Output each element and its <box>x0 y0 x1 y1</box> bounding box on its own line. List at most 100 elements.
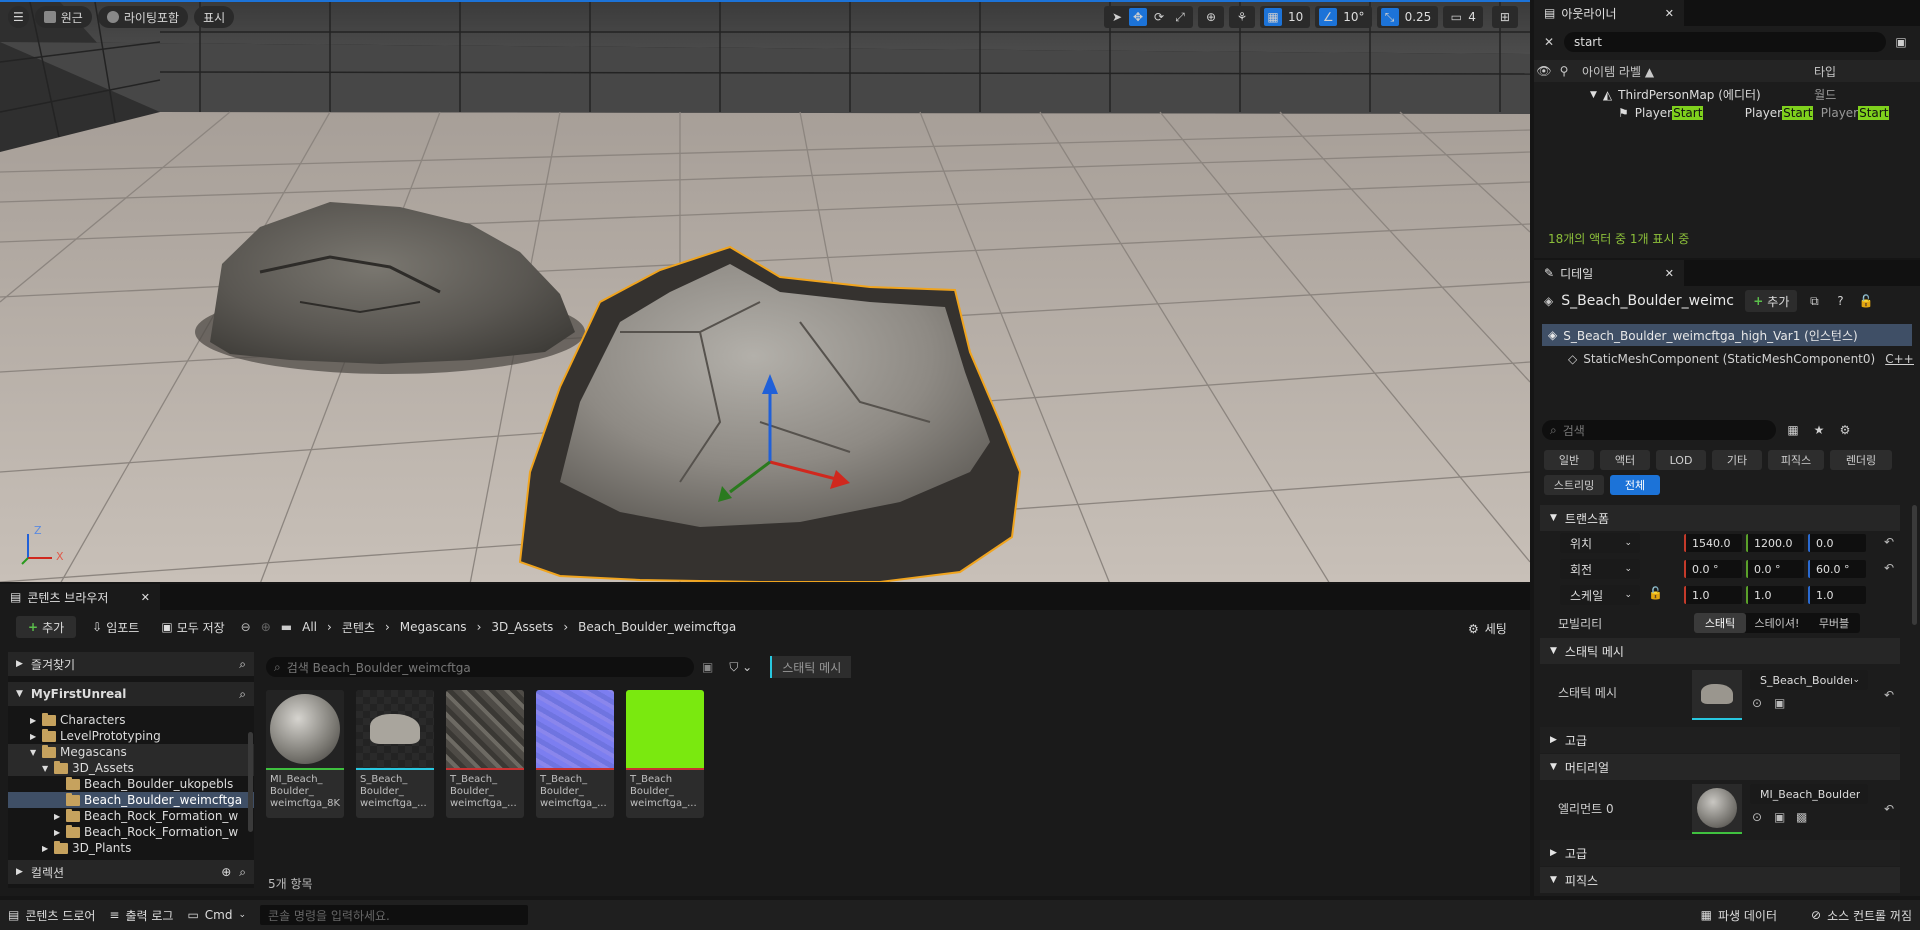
location-x[interactable]: 1540.0 <box>1684 534 1742 552</box>
scale-dropdown[interactable]: 스케일 ⌄ <box>1560 585 1640 605</box>
import-button[interactable]: ⇩ 임포트 <box>86 619 145 636</box>
viewport-layout-icon[interactable]: ⊞ <box>1496 8 1514 26</box>
cmd-dropdown[interactable]: ▭ Cmd ⌄ <box>187 908 246 922</box>
outliner-search-input[interactable]: start <box>1564 32 1886 52</box>
source-control-button[interactable]: ⊘ 소스 컨트롤 꺼짐 <box>1811 907 1912 924</box>
rotation-z[interactable]: 60.0 ° <box>1808 560 1866 578</box>
grid-snap-icon[interactable]: ▦ <box>1264 8 1282 26</box>
level-viewport[interactable]: Z X ☰ 원근 라이팅포함 표시 ➤ ✥ ⟳ ⤢ ⊕ ⚘ ▦ 10 ∠ 10°… <box>0 0 1530 582</box>
browse-arrow-icon[interactable]: ⊙ <box>1752 696 1762 710</box>
asset-card-material-instance[interactable]: MI_Beach_ Boulder_ weimcftga_8K <box>266 690 344 818</box>
component-cpp-link[interactable]: C++C <box>1885 352 1914 366</box>
help-icon[interactable]: ? <box>1831 292 1849 310</box>
tree-item-levelprototyping[interactable]: ▶ LevelPrototyping <box>8 728 254 744</box>
asset-search-input[interactable]: ⌕ 검색 Beach_Boulder_weimcftga <box>266 657 694 677</box>
reset-mesh-icon[interactable]: ↶ <box>1884 688 1894 702</box>
tree-item-beach-rock-formation-2[interactable]: ▶ Beach_Rock_Formation_w <box>8 824 254 840</box>
static-mesh-thumbnail[interactable] <box>1692 670 1742 720</box>
expand-arrow-icon[interactable]: ▼ <box>1590 90 1597 100</box>
search-icon[interactable]: ⌕ <box>239 687 246 702</box>
cat-streaming[interactable]: 스트리밍 <box>1544 475 1604 495</box>
derived-data-button[interactable]: ▦ 파생 데이터 <box>1701 907 1777 924</box>
outliner-actor-row[interactable]: ⚑ PlayerStart PlayerStart PlayerStart <box>1618 106 1918 120</box>
static-mesh-section[interactable]: ▼ 스태틱 메시 <box>1540 638 1900 664</box>
content-drawer-button[interactable]: ▤ 콘텐츠 드로어 <box>8 907 95 924</box>
tab-content-browser[interactable]: ▤ 콘텐츠 브라우저 ✕ <box>0 584 160 610</box>
scale-lock-icon[interactable]: 🔓 <box>1648 586 1663 600</box>
crumb-content[interactable]: 콘텐츠 <box>342 619 375 636</box>
transform-section[interactable]: ▼ 트랜스폼 <box>1540 505 1900 531</box>
browse-arrow-icon[interactable]: ⊙ <box>1752 810 1762 824</box>
details-scrollbar[interactable] <box>1912 505 1917 625</box>
surface-snap-icon[interactable]: ⚘ <box>1233 8 1251 26</box>
project-header[interactable]: ▼ MyFirstUnreal ⌕ <box>8 682 254 706</box>
cb-add-button[interactable]: + 추가 <box>16 616 77 638</box>
camera-speed-value[interactable]: 4 <box>1468 10 1479 24</box>
crumb-beach-boulder[interactable]: Beach_Boulder_weimcftga <box>578 620 736 634</box>
location-y[interactable]: 1200.0 <box>1746 534 1804 552</box>
asset-card-texture-orm[interactable]: T_Beach Boulder_ weimcftga_... <box>626 690 704 818</box>
cat-misc[interactable]: 기타 <box>1712 450 1762 470</box>
move-icon[interactable]: ✥ <box>1129 8 1147 26</box>
mobility-movable[interactable]: 무버블 <box>1808 615 1860 631</box>
add-collection-icon[interactable]: ⊕ <box>221 865 231 879</box>
cb-settings-button[interactable]: ⚙ 세팅 <box>1468 620 1507 637</box>
settings-gear-icon[interactable]: ⚙ <box>1916 33 1920 51</box>
output-log-button[interactable]: ≡ 출력 로그 <box>109 907 173 924</box>
favorites-header[interactable]: ▶ 즐겨찾기 ⌕ <box>8 652 254 676</box>
settings-gear-icon[interactable]: ⚙ <box>1836 421 1854 439</box>
details-search-input[interactable]: ⌕ 검색 <box>1542 420 1776 440</box>
tree-item-beach-boulder-ukopebls[interactable]: Beach_Boulder_ukopebls <box>8 776 254 792</box>
cat-all[interactable]: 전체 <box>1610 475 1660 495</box>
tree-item-3d-assets[interactable]: ▼ 3D_Assets <box>8 760 254 776</box>
asset-card-texture-albedo[interactable]: T_Beach_ Boulder_ weimcftga_... <box>446 690 524 818</box>
asset-card-static-mesh[interactable]: S_Beach_ Boulder_ weimcftga_... <box>356 690 434 818</box>
filter-chip-static-mesh[interactable]: 스태틱 메시 <box>770 656 852 678</box>
visibility-eye-icon[interactable]: 👁 <box>1534 64 1554 78</box>
scale-icon[interactable]: ⤢ <box>1171 8 1189 26</box>
static-mesh-dropdown[interactable]: S_Beach_Boulder ⌄ <box>1750 670 1868 690</box>
material-thumbnail[interactable] <box>1692 784 1742 834</box>
browse-folder-icon[interactable]: ▣ <box>1774 810 1785 824</box>
save-all-button[interactable]: ▣ 모두 저장 <box>155 619 230 636</box>
cat-physics[interactable]: 피직스 <box>1768 450 1824 470</box>
lock-icon[interactable]: 🔓 <box>1857 292 1875 310</box>
back-arrow-icon[interactable]: ⊖ <box>241 620 251 634</box>
mobility-stationary[interactable]: 스테이셔! <box>1746 615 1808 631</box>
forward-arrow-icon[interactable]: ⊕ <box>261 620 271 634</box>
component-row[interactable]: ◇ StaticMeshComponent (StaticMeshCompone… <box>1568 349 1914 369</box>
globe-icon[interactable]: ⊕ <box>1202 8 1220 26</box>
location-z[interactable]: 0.0 <box>1808 534 1866 552</box>
scale-z[interactable]: 1.0 <box>1808 586 1866 604</box>
outliner-map-row[interactable]: ▼ ◭ ThirdPersonMap (에디터) 월드 <box>1590 86 1836 103</box>
asset-card-texture-normal[interactable]: T_Beach_ Boulder_ weimcftga_... <box>536 690 614 818</box>
cat-rendering[interactable]: 렌더링 <box>1830 450 1892 470</box>
filter-icon[interactable]: ⛉ ⌄ <box>729 660 752 675</box>
cat-lod[interactable]: LOD <box>1656 450 1706 470</box>
material-dropdown[interactable]: MI_Beach_Boulder_wei <box>1750 784 1868 804</box>
rotation-y[interactable]: 0.0 ° <box>1746 560 1804 578</box>
show-button[interactable]: 표시 <box>194 6 235 28</box>
scale-snap-value[interactable]: 0.25 <box>1402 10 1435 24</box>
tree-scrollbar[interactable] <box>248 732 253 832</box>
advanced-section-1[interactable]: ▶ 고급 <box>1540 727 1900 753</box>
reset-location-icon[interactable]: ↶ <box>1884 535 1894 549</box>
location-dropdown[interactable]: 위치 ⌄ <box>1560 533 1640 553</box>
tab-details[interactable]: ✎ 디테일 ✕ <box>1534 260 1684 286</box>
tree-item-beach-rock-formation-1[interactable]: ▶ Beach_Rock_Formation_w <box>8 808 254 824</box>
close-icon[interactable]: ✕ <box>141 591 150 604</box>
search-icon[interactable]: ⌕ <box>239 657 246 672</box>
collections-header[interactable]: ▶ 컬렉션 ⊕ ⌕ <box>8 860 254 884</box>
perspective-button[interactable]: 원근 <box>34 6 92 28</box>
viewport-menu-button[interactable]: ☰ <box>8 6 29 28</box>
cat-general[interactable]: 일반 <box>1544 450 1594 470</box>
column-item-label[interactable]: 아이템 라벨 ▲ <box>1574 63 1806 80</box>
tab-outliner[interactable]: ▤ 아웃라이너 ✕ <box>1534 0 1684 26</box>
camera-icon[interactable]: ▭ <box>1447 8 1465 26</box>
reset-material-icon[interactable]: ↶ <box>1884 802 1894 816</box>
crumb-megascans[interactable]: Megascans <box>400 620 467 634</box>
clear-search-icon[interactable]: ✕ <box>1540 33 1558 51</box>
advanced-section-2[interactable]: ▶ 고급 <box>1540 840 1900 866</box>
add-folder-icon[interactable]: ▣ <box>1892 33 1910 51</box>
tree-item-3d-plants[interactable]: ▶ 3D_Plants <box>8 840 254 856</box>
